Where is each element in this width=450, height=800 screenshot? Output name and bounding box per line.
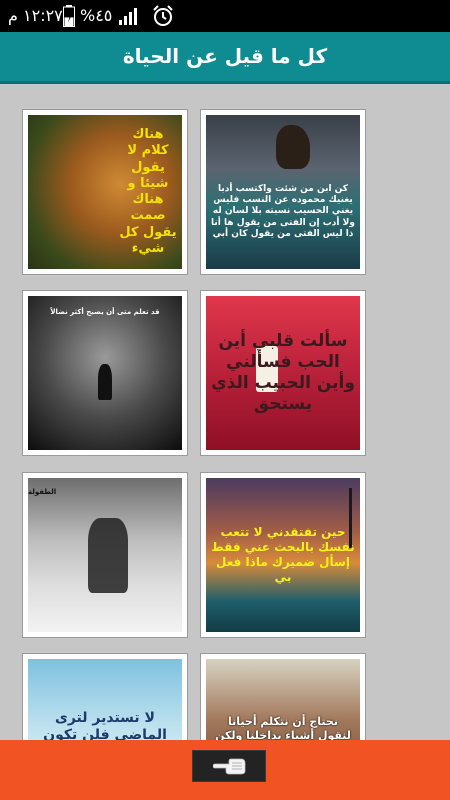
horse-figure xyxy=(276,125,310,169)
signal-icon xyxy=(119,8,137,25)
tile-caption: نحتاج أن نتكلم أحيانا لنقول أشياء بداخلن… xyxy=(215,715,351,740)
tile-image: كن ابن من شئت واكتسب أدبا يغنيك محموده ع… xyxy=(206,115,360,269)
tile-image: الطفولة xyxy=(28,478,182,632)
tile-image: نحتاج أن نتكلم أحيانا لنقول أشياء بداخلن… xyxy=(206,659,360,740)
grid-tile[interactable]: سألت قلبي أين الحب فسألني وأين الحبيب ال… xyxy=(200,290,366,456)
image-grid: كن ابن من شئت واكتسب أدبا يغنيك محموده ع… xyxy=(0,84,450,740)
grid-tile[interactable]: لا تستدير لترى الماضي فلن تكون فيه xyxy=(22,653,188,740)
grid-tile[interactable]: هناك كلام لا يقول شيئا و هناك صمت يقول ك… xyxy=(22,109,188,275)
grid-tile[interactable]: نحتاج أن نتكلم أحيانا لنقول أشياء بداخلن… xyxy=(200,653,366,740)
tile-image: هناك كلام لا يقول شيئا و هناك صمت يقول ك… xyxy=(28,115,182,269)
tile-caption: كن ابن من شئت واكتسب أدبا يغنيك محموده ع… xyxy=(211,183,355,239)
bottom-bar xyxy=(0,740,450,800)
tile-image: سألت قلبي أين الحب فسألني وأين الحبيب ال… xyxy=(206,296,360,450)
grid-tile[interactable]: كن ابن من شئت واكتسب أدبا يغنيك محموده ع… xyxy=(200,109,366,275)
battery-icon xyxy=(63,5,75,27)
page-title: كل ما قيل عن الحياة xyxy=(122,44,328,68)
pointing-hand-button[interactable] xyxy=(192,750,266,782)
alarm-icon xyxy=(153,5,173,26)
tile-caption: الطفولة xyxy=(28,488,57,496)
app-bar: كل ما قيل عن الحياة xyxy=(0,32,450,84)
walking-person-figure xyxy=(98,364,112,400)
children-figure xyxy=(88,518,128,593)
status-time: ١٢:٢٧ م xyxy=(8,6,63,25)
tile-caption: هناك كلام لا يقول شيئا و هناك صمت يقول ك… xyxy=(119,127,177,256)
tile-image: حين تفتقدني لا تتعب نفسك بالبحث عني فقط … xyxy=(206,478,360,632)
grid-tile[interactable]: الطفولة xyxy=(22,472,188,638)
tile-image: قد تعلم متى أن يصبح أكثر نضالاً xyxy=(28,296,182,450)
tile-image: لا تستدير لترى الماضي فلن تكون فيه xyxy=(28,659,182,740)
pointing-hand-icon xyxy=(213,758,246,775)
grid-tile[interactable]: حين تفتقدني لا تتعب نفسك بالبحث عني فقط … xyxy=(200,472,366,638)
tile-caption: لا تستدير لترى الماضي فلن تكون فيه xyxy=(43,709,167,740)
grid-tile[interactable]: قد تعلم متى أن يصبح أكثر نضالاً xyxy=(22,290,188,456)
status-bar: ١٢:٢٧ م %٤٥ xyxy=(0,0,450,32)
tile-caption: سألت قلبي أين الحب فسألني وأين الحبيب ال… xyxy=(211,330,355,415)
tile-caption: حين تفتقدني لا تتعب نفسك بالبحث عني فقط … xyxy=(211,525,355,584)
battery-percent: %٤٥ xyxy=(80,6,113,25)
tile-caption: قد تعلم متى أن يصبح أكثر نضالاً xyxy=(50,308,160,316)
